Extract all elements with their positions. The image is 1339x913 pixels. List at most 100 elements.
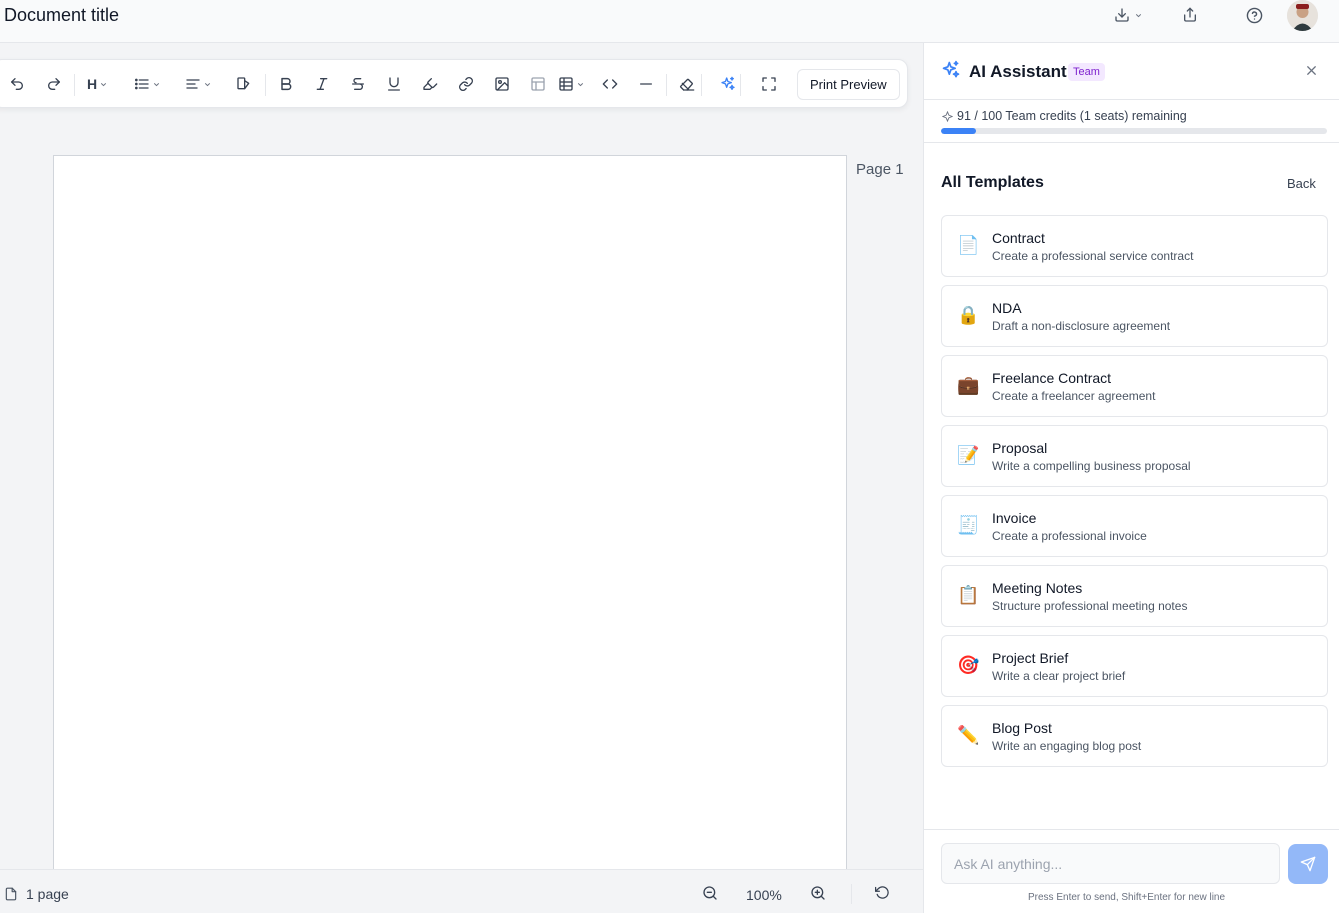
template-name: Contract <box>992 230 1045 246</box>
top-bar: Document title <box>0 0 1339 43</box>
chevron-down-icon <box>97 80 108 89</box>
chevron-down-icon <box>1134 11 1143 20</box>
horizontal-rule-button[interactable] <box>638 73 654 95</box>
template-card-contract[interactable]: 📄 Contract Create a professional service… <box>941 215 1328 277</box>
templates-heading: All Templates <box>941 174 1044 191</box>
underline-icon <box>386 76 402 92</box>
link-button[interactable] <box>458 73 474 95</box>
template-description: Create a professional invoice <box>992 529 1147 543</box>
template-name: Invoice <box>992 510 1037 526</box>
lock-icon: 🔒 <box>957 305 980 326</box>
reset-zoom-button[interactable] <box>875 885 890 900</box>
zoom-in-button[interactable] <box>810 885 826 901</box>
document-title[interactable]: Document title <box>4 5 119 26</box>
redo-button[interactable] <box>46 73 62 95</box>
chevron-down-icon <box>150 80 161 89</box>
highlighter-icon <box>422 76 438 92</box>
template-card-proposal[interactable]: 📝 Proposal Write a compelling business p… <box>941 425 1328 487</box>
list-icon <box>134 76 150 92</box>
code-icon <box>602 76 618 92</box>
panel-header: AI Assistant Team <box>924 43 1339 100</box>
style-button[interactable] <box>236 73 252 95</box>
template-card-blog-post[interactable]: ✏️ Blog Post Write an engaging blog post <box>941 705 1328 767</box>
template-description: Draft a non-disclosure agreement <box>992 319 1171 333</box>
help-icon <box>1246 7 1263 24</box>
template-name: Meeting Notes <box>992 580 1083 596</box>
share-icon <box>1182 7 1198 23</box>
template-card-project-brief[interactable]: 🎯 Project Brief Write a clear project br… <box>941 635 1328 697</box>
chevron-down-icon <box>574 80 585 89</box>
list-dropdown[interactable] <box>134 73 161 95</box>
send-button[interactable] <box>1288 844 1328 884</box>
back-button[interactable]: Back <box>1287 176 1316 191</box>
italic-button[interactable] <box>314 73 330 95</box>
clear-format-button[interactable] <box>679 73 695 95</box>
close-icon <box>1304 63 1319 78</box>
credits-info: 91 / 100 Team credits (1 seats) remainin… <box>942 109 1187 123</box>
strikethrough-icon <box>350 76 366 92</box>
layout-button[interactable] <box>530 73 546 95</box>
page-number-label: Page 1 <box>856 161 904 178</box>
send-icon <box>1300 856 1316 872</box>
bold-icon <box>278 76 294 92</box>
image-button[interactable] <box>494 73 510 95</box>
template-description: Create a professional service contract <box>992 249 1194 263</box>
heading-label: H <box>87 76 98 92</box>
credits-section: 91 / 100 Team credits (1 seats) remainin… <box>924 100 1339 143</box>
zoom-out-icon <box>702 885 718 901</box>
download-button[interactable] <box>1114 5 1143 25</box>
formatting-toolbar: H Print Preview <box>0 59 908 108</box>
template-description: Write a clear project brief <box>992 669 1126 683</box>
layout-icon <box>530 76 546 92</box>
memo-icon: 📝 <box>957 445 980 466</box>
user-avatar[interactable] <box>1287 0 1318 31</box>
template-card-nda[interactable]: 🔒 NDA Draft a non-disclosure agreement <box>941 285 1328 347</box>
highlight-button[interactable] <box>422 73 438 95</box>
briefcase-icon: 💼 <box>957 375 980 396</box>
share-button[interactable] <box>1182 5 1198 25</box>
toolbar-divider <box>74 74 75 96</box>
link-icon <box>458 76 474 92</box>
code-button[interactable] <box>602 73 618 95</box>
editor-area: H Print Preview Page 1 1 page 100% <box>0 43 923 913</box>
template-card-freelance-contract[interactable]: 💼 Freelance Contract Create a freelancer… <box>941 355 1328 417</box>
heading-dropdown[interactable]: H <box>87 73 108 95</box>
zoom-level: 100% <box>746 887 782 903</box>
horizontal-rule-icon <box>638 76 654 92</box>
italic-icon <box>314 76 330 92</box>
file-icon <box>4 887 18 901</box>
toolbar-divider <box>701 74 702 96</box>
undo-button[interactable] <box>9 73 25 95</box>
page-count: 1 page <box>4 886 69 902</box>
bold-button[interactable] <box>278 73 294 95</box>
underline-button[interactable] <box>386 73 402 95</box>
template-card-invoice[interactable]: 🧾 Invoice Create a professional invoice <box>941 495 1328 557</box>
template-card-meeting-notes[interactable]: 📋 Meeting Notes Structure professional m… <box>941 565 1328 627</box>
chat-hint: Press Enter to send, Shift+Enter for new… <box>1028 892 1226 903</box>
chat-input[interactable] <box>941 843 1280 884</box>
table-dropdown[interactable] <box>558 73 585 95</box>
zoom-out-button[interactable] <box>702 885 718 901</box>
template-description: Create a freelancer agreement <box>992 389 1156 403</box>
plan-badge: Team <box>1068 63 1105 81</box>
help-button[interactable] <box>1246 5 1263 25</box>
undo-icon <box>9 76 25 92</box>
rotate-icon <box>875 885 890 900</box>
template-name: Proposal <box>992 440 1048 456</box>
document-icon: 📄 <box>957 235 980 256</box>
close-panel-button[interactable] <box>1304 63 1319 78</box>
fullscreen-button[interactable] <box>761 73 777 95</box>
clipboard-icon: 📋 <box>957 585 980 606</box>
pencil-icon: ✏️ <box>957 725 980 746</box>
strikethrough-button[interactable] <box>350 73 366 95</box>
credits-progress-bar <box>941 128 1327 134</box>
document-page[interactable] <box>53 155 847 913</box>
align-dropdown[interactable] <box>185 73 212 95</box>
download-icon <box>1114 7 1130 23</box>
eraser-icon <box>679 76 695 92</box>
align-left-icon <box>185 76 201 92</box>
ai-toggle-button[interactable] <box>720 73 736 95</box>
toolbar-divider <box>265 74 266 96</box>
print-preview-button[interactable]: Print Preview <box>797 69 900 100</box>
credit-icon <box>942 110 953 122</box>
